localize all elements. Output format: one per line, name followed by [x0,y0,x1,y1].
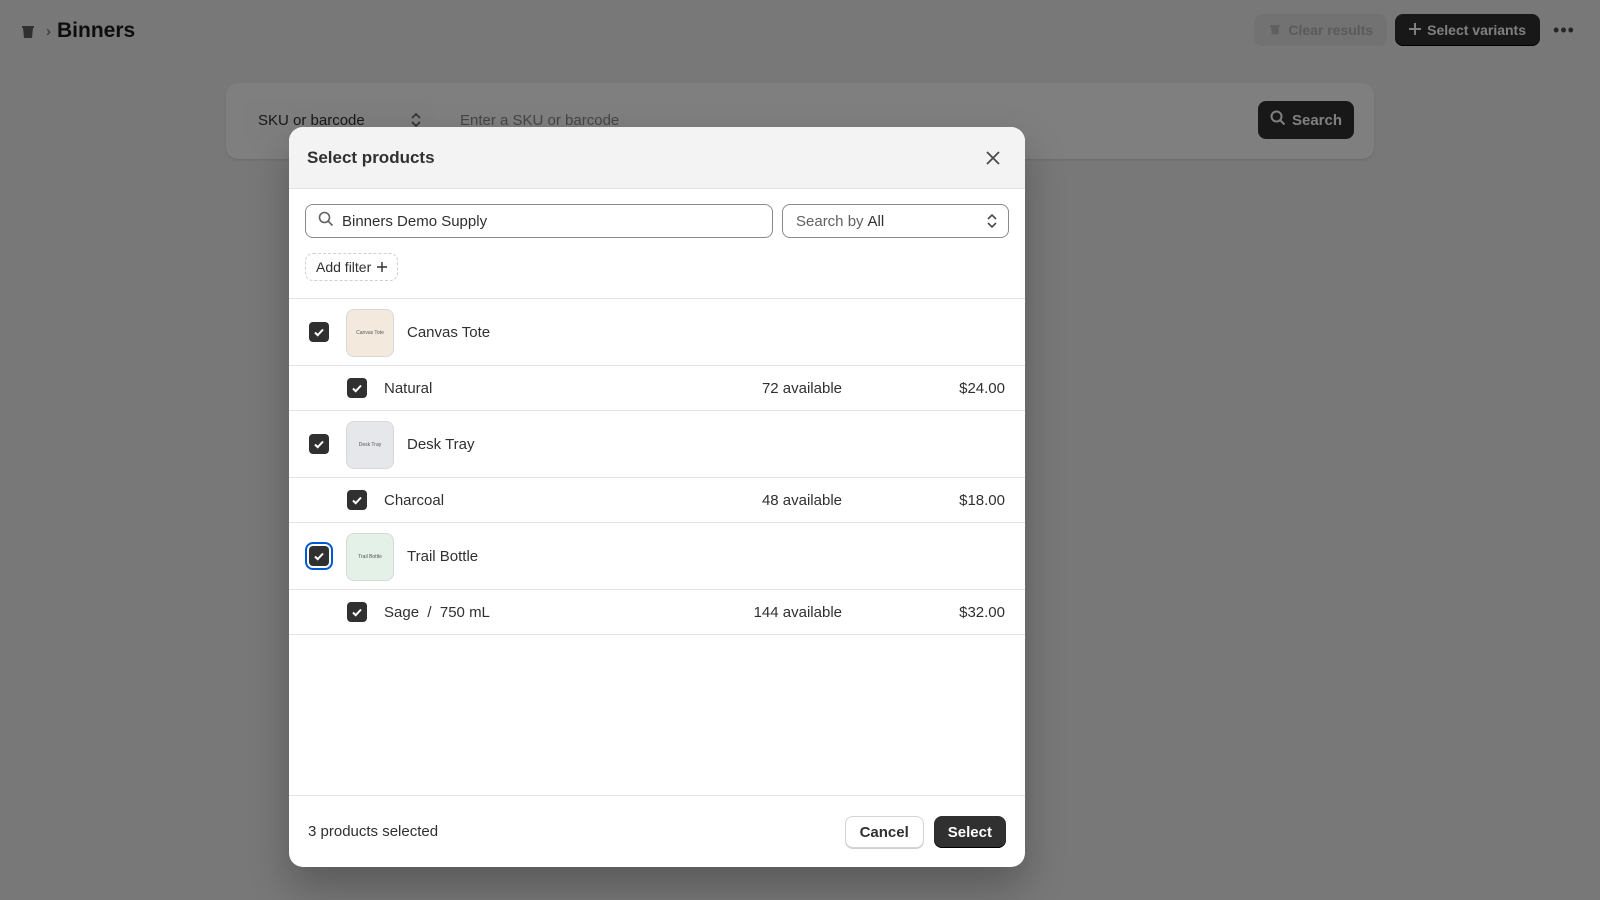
plus-icon [377,259,388,275]
variant-name: Charcoal [384,492,445,509]
search-by-select[interactable]: Search by All [782,204,1009,238]
product-name: Desk Tray [407,436,475,453]
variant-price: $24.00 [959,380,1005,397]
product-name: Trail Bottle [407,548,479,565]
variant-availability: 48 available [761,492,842,509]
variant-checkbox[interactable] [347,378,367,398]
select-products-modal: Select products Binners Demo Supply Sear… [289,127,1025,867]
modal-title: Select products [307,147,435,167]
search-icon [318,211,334,231]
variant-row[interactable]: Charcoal 48 available $18.00 [289,478,1025,523]
product-checkbox[interactable] [309,322,329,342]
variant-name: Natural [384,380,433,397]
modal-header: Select products [289,127,1025,189]
variant-price: $18.00 [959,492,1005,509]
variant-row[interactable]: Sage / 750 mL 144 available $32.00 [289,590,1025,635]
cancel-button[interactable]: Cancel [844,816,924,848]
variant-checkbox[interactable] [347,602,367,622]
product-checkbox[interactable] [309,434,329,454]
product-search-input[interactable]: Binners Demo Supply [305,204,773,238]
select-button[interactable]: Select [933,816,1006,848]
variant-availability: 72 available [761,380,842,397]
selected-count: 3 products selected [308,823,439,840]
variant-name: Sage / 750 mL [384,604,490,621]
product-row[interactable]: Canvas Tote Canvas Tote [289,299,1025,366]
close-icon[interactable] [981,146,1005,170]
product-thumbnail: Canvas Tote [346,309,394,357]
product-name: Canvas Tote [407,324,491,341]
variant-availability: 144 available [753,604,842,621]
variant-price: $32.00 [959,604,1005,621]
variant-checkbox[interactable] [347,490,367,510]
product-checkbox[interactable] [305,542,333,570]
product-thumbnail: Trail Bottle [346,533,394,581]
chevron-up-down-icon [986,212,998,234]
modal-filters: Binners Demo Supply Search by All Add fi… [289,189,1025,299]
product-thumbnail: Desk Tray [346,421,394,469]
product-row[interactable]: Trail Bottle Trail Bottle [289,523,1025,590]
add-filter-button[interactable]: Add filter [305,253,399,281]
variant-row[interactable]: Natural 72 available $24.00 [289,366,1025,411]
product-row[interactable]: Desk Tray Desk Tray [289,411,1025,478]
modal-footer: 3 products selected Cancel Select [289,795,1025,867]
